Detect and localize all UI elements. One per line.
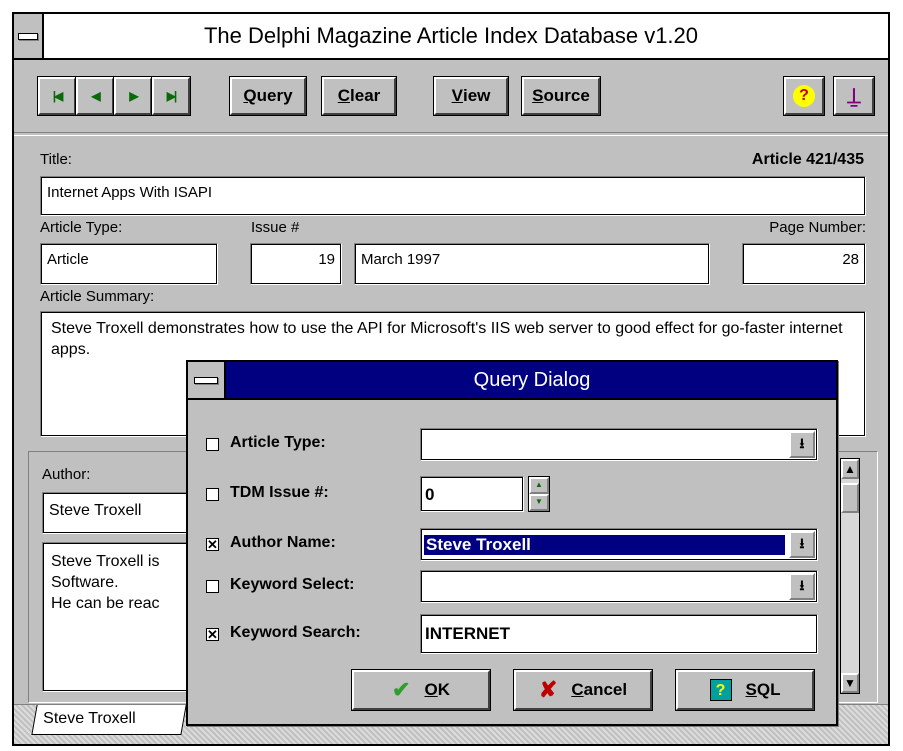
query-button-hotkey: Q (243, 86, 257, 105)
author-name-field[interactable]: Steve Troxell (42, 492, 192, 534)
article-counter: Article 421/435 (751, 151, 864, 168)
checkmark-icon: ✔ (392, 677, 411, 702)
title-field[interactable]: Internet Apps With ISAPI (40, 176, 866, 216)
ok-button[interactable]: ✔ OK (351, 669, 491, 711)
last-record-icon: ▶| (166, 89, 178, 103)
page-number-field[interactable]: 28 (742, 243, 866, 285)
author-label: Author: (42, 466, 91, 483)
sql-button-hotkey: S (745, 680, 757, 699)
cancel-button-hotkey: C (571, 680, 584, 699)
scroll-thumb[interactable] (841, 483, 859, 513)
query-button[interactable]: Query (229, 76, 307, 116)
source-button-label: ource (543, 86, 590, 105)
spin-up-icon[interactable]: ▲ (529, 477, 549, 494)
article-summary-label: Article Summary: (40, 288, 155, 305)
query-dialog-title: Query Dialog (473, 368, 591, 391)
next-record-icon: ▶ (129, 89, 138, 103)
help-button[interactable]: ? (783, 76, 825, 116)
keyword-search-checkbox[interactable]: ✕ (206, 628, 219, 641)
clear-button[interactable]: Clear (321, 76, 397, 116)
author-bio-line: Software. (51, 574, 119, 591)
dropdown-arrow-icon[interactable]: ⭳ (789, 431, 815, 458)
sql-button[interactable]: ? SQL (675, 669, 815, 711)
article-type-combo[interactable]: ⭳ (420, 428, 818, 461)
view-button-hotkey: V (451, 86, 463, 105)
toolbar-separator (14, 132, 888, 136)
query-dialog: Query Dialog Article Type: ⭳ TDM Issue #… (186, 360, 838, 726)
dropdown-arrow-icon[interactable]: ⭳ (789, 531, 815, 558)
exit-button[interactable]: ⍊ (833, 76, 875, 116)
title-label: Title: (40, 151, 72, 168)
keyword-select-checkbox[interactable] (206, 580, 219, 593)
keyword-select-query-label: Keyword Select: (230, 576, 355, 593)
prior-record-button[interactable]: ◀ (75, 76, 115, 116)
sql-button-label: QL (756, 680, 781, 699)
issue-date-field[interactable]: March 1997 (354, 243, 710, 285)
exit-door-icon: ⍊ (847, 83, 861, 108)
tdm-issue-checkbox[interactable] (206, 488, 219, 501)
source-button-hotkey: S (532, 86, 544, 105)
next-record-button[interactable]: ▶ (113, 76, 153, 116)
page-number-label: Page Number: (769, 219, 866, 236)
author-name-combo[interactable]: Steve Troxell ⭳ (420, 528, 818, 561)
last-record-button[interactable]: ▶| (151, 76, 191, 116)
scroll-up-arrow-icon[interactable]: ▲ (841, 459, 859, 479)
red-x-icon: ✘ (538, 677, 558, 702)
tab-author[interactable]: Steve Troxell (31, 705, 187, 735)
keyword-search-query-label: Keyword Search: (230, 624, 361, 641)
cancel-button[interactable]: ✘ Cancel (513, 669, 653, 711)
first-record-button[interactable]: |◀ (37, 76, 77, 116)
prior-record-icon: ◀ (91, 89, 100, 103)
tdm-issue-query-label: TDM Issue #: (230, 484, 329, 501)
spin-down-icon[interactable]: ▼ (529, 494, 549, 511)
title-bar: The Delphi Magazine Article Index Databa… (14, 14, 888, 60)
system-menu-icon (194, 376, 218, 384)
keyword-search-input[interactable]: INTERNET (420, 614, 818, 654)
clear-button-hotkey: C (337, 86, 351, 105)
clear-button-label: lear (350, 86, 381, 105)
system-menu-icon (18, 32, 38, 40)
view-button-label: iew (462, 86, 491, 105)
sql-help-icon: ? (709, 679, 732, 701)
tdm-issue-input[interactable]: 0 (420, 476, 524, 512)
source-button[interactable]: Source (521, 76, 601, 116)
keyword-select-combo[interactable]: ⭳ (420, 570, 818, 603)
author-name-checkbox[interactable]: ✕ (206, 538, 219, 551)
ok-button-label: K (437, 680, 450, 699)
scroll-down-arrow-icon[interactable]: ▼ (841, 673, 859, 693)
keyword-search-value: INTERNET (425, 624, 510, 643)
view-button[interactable]: View (433, 76, 509, 116)
author-list-scrollbar[interactable]: ▲ ▼ (840, 458, 860, 694)
author-bio-field[interactable]: Steve Troxell is Software. He can be rea… (42, 542, 192, 692)
ok-button-hotkey: O (424, 680, 438, 699)
issue-number-field[interactable]: 19 (250, 243, 342, 285)
dropdown-arrow-icon[interactable]: ⭳ (789, 573, 815, 600)
issue-label: Issue # (251, 219, 300, 236)
system-menu-button[interactable] (14, 14, 44, 58)
tdm-issue-value: 0 (425, 485, 435, 504)
window-title: The Delphi Magazine Article Index Databa… (203, 23, 699, 48)
query-dialog-title-bar: Query Dialog (188, 362, 836, 400)
article-type-query-label: Article Type: (230, 434, 326, 451)
first-record-icon: |◀ (52, 89, 64, 103)
author-name-query-label: Author Name: (230, 534, 336, 551)
tdm-issue-spinner[interactable]: ▲ ▼ (528, 476, 550, 512)
dialog-system-menu-button[interactable] (188, 362, 226, 398)
author-name-combo-value: Steve Troxell (424, 535, 785, 555)
help-icon: ? (793, 85, 815, 107)
query-button-label: uery (256, 86, 293, 105)
cancel-button-label: ancel (583, 680, 628, 699)
author-bio-line: Steve Troxell is (51, 553, 160, 570)
tab-author-label: Steve Troxell (43, 710, 136, 727)
author-bio-line: He can be reac (51, 595, 160, 612)
article-type-label: Article Type: (40, 219, 123, 236)
article-type-field[interactable]: Article (40, 243, 218, 285)
article-type-checkbox[interactable] (206, 438, 219, 451)
